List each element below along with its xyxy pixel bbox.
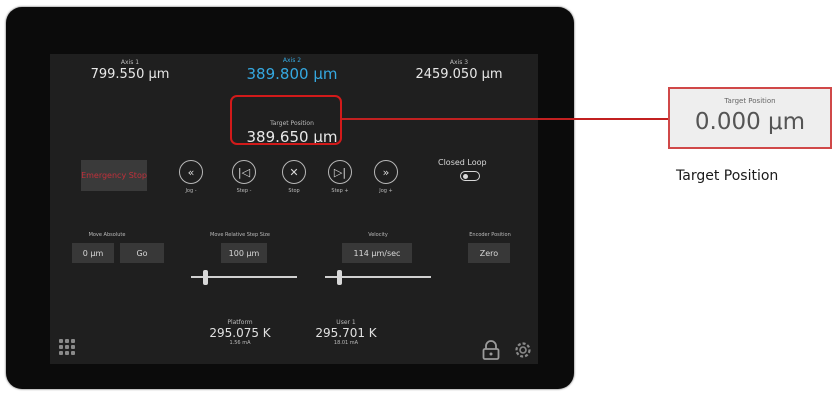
target-position-highlight <box>230 95 342 145</box>
step-size-input[interactable]: 100 μm <box>221 243 267 263</box>
axis-2-readout[interactable]: Axis 2 389.800 μm <box>231 57 353 83</box>
gear-icon[interactable] <box>512 339 534 361</box>
axis-3-readout[interactable]: Axis 3 2459.050 μm <box>402 59 516 82</box>
go-button[interactable]: Go <box>120 243 164 263</box>
stop-icon: ✕ <box>289 165 299 179</box>
velocity-input[interactable]: 114 μm/sec <box>342 243 412 263</box>
jog-plus-button[interactable]: » <box>374 160 398 184</box>
axis-1-label: Axis 1 <box>120 59 140 66</box>
axis-2-value: 389.800 μm <box>246 65 338 83</box>
stop-label: Stop <box>288 188 300 194</box>
toggle-knob <box>463 173 468 179</box>
callout-label: Target Position <box>724 97 776 105</box>
platform-current: 1.56 mA <box>229 340 251 346</box>
step-plus-icon: ▷| <box>333 165 347 179</box>
emergency-stop-button[interactable]: Emergency Stop <box>81 160 147 191</box>
step-plus-label: Step + <box>331 188 349 194</box>
target-position-callout: Target Position 0.000 μm <box>668 87 832 149</box>
axis-3-value: 2459.050 μm <box>415 67 503 82</box>
platform-label: Platform <box>227 319 253 326</box>
callout-caption: Target Position <box>676 168 779 184</box>
axis-3-label: Axis 3 <box>449 59 469 66</box>
closed-loop-toggle[interactable] <box>460 171 480 181</box>
step-minus-icon: |◁ <box>237 165 251 179</box>
tablet-frame: Axis 1 799.550 μm Axis 2 389.800 μm Axis… <box>6 7 574 389</box>
step-minus-label: Step - <box>236 188 252 194</box>
closed-loop-label: Closed Loop <box>438 158 487 167</box>
user1-current: 18.01 mA <box>333 340 359 346</box>
step-minus-button[interactable]: |◁ <box>232 160 256 184</box>
user1-label: User 1 <box>336 319 356 326</box>
jog-plus-label: Jog + <box>379 188 393 194</box>
jog-minus-label: Jog - <box>185 188 197 194</box>
user1-value: 295.701 K <box>315 326 377 340</box>
jog-minus-icon: « <box>187 165 195 179</box>
jog-minus-button[interactable]: « <box>179 160 203 184</box>
velocity-slider-thumb[interactable] <box>337 270 342 285</box>
encoder-position-label: Encoder Position <box>469 232 511 238</box>
apps-grid-icon[interactable] <box>59 339 75 355</box>
platform-temperature: Platform 295.075 K 1.56 mA <box>200 319 280 346</box>
axis-1-value: 799.550 μm <box>90 67 170 82</box>
callout-connector-line <box>342 118 668 120</box>
step-size-slider-thumb[interactable] <box>203 270 208 285</box>
lock-icon[interactable] <box>480 339 502 361</box>
axis-1-readout[interactable]: Axis 1 799.550 μm <box>80 59 180 82</box>
jog-plus-icon: » <box>382 165 390 179</box>
move-absolute-input[interactable]: 0 μm <box>72 243 114 263</box>
step-plus-button[interactable]: ▷| <box>328 160 352 184</box>
platform-value: 295.075 K <box>209 326 271 340</box>
axis-2-label: Axis 2 <box>282 57 302 64</box>
move-absolute-label: Move Absolute <box>88 232 126 238</box>
callout-value: 0.000 μm <box>694 109 806 135</box>
user1-temperature: User 1 295.701 K 18.01 mA <box>302 319 390 346</box>
step-size-label: Move Relative Step Size <box>210 232 270 238</box>
zero-button[interactable]: Zero <box>468 243 510 263</box>
velocity-label: Velocity <box>368 232 388 238</box>
stop-button[interactable]: ✕ <box>282 160 306 184</box>
